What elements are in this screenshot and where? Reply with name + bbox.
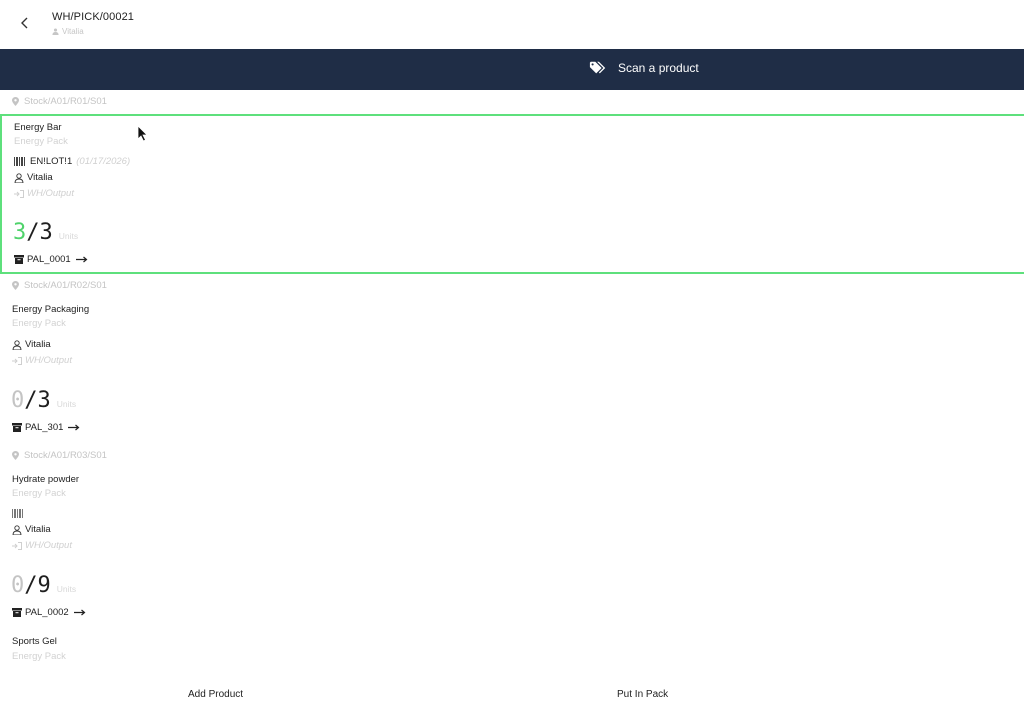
location-header: Stock/A01/R01/S01 xyxy=(12,96,107,107)
lot-expiration: (01/17/2026) xyxy=(76,156,131,167)
sign-in-icon xyxy=(12,356,22,365)
package-name: PAL_0002 xyxy=(25,607,69,618)
arrow-right-icon xyxy=(73,609,86,616)
user-name: Vitalia xyxy=(62,27,84,36)
package-link[interactable]: PAL_0001 xyxy=(14,254,88,265)
map-marker-icon xyxy=(12,281,19,290)
archive-icon xyxy=(12,423,22,432)
package-link[interactable]: PAL_0002 xyxy=(12,607,86,618)
qty-unit: Units xyxy=(56,399,77,409)
owner-name: Vitalia xyxy=(27,172,53,183)
qty-separator: / xyxy=(26,220,40,245)
arrow-right-icon xyxy=(75,256,88,263)
location-header: Stock/A01/R03/S01 xyxy=(12,450,107,461)
qty-done: 0 xyxy=(11,388,25,413)
archive-icon xyxy=(14,255,24,264)
destination-row: WH/Output xyxy=(12,540,72,551)
user-outline-icon xyxy=(14,172,24,183)
package-name: PAL_0001 xyxy=(27,254,71,265)
tags-icon xyxy=(589,61,606,74)
user-outline-icon xyxy=(12,339,22,350)
product-category: Energy Pack xyxy=(12,651,66,662)
location-label: Stock/A01/R01/S01 xyxy=(24,96,107,107)
move-line-hydrate-powder[interactable]: Hydrate powder Energy Pack Vitalia WH/Ou… xyxy=(0,468,1024,628)
qty-done: 0 xyxy=(11,573,25,598)
product-name: Energy Bar xyxy=(14,122,62,133)
quantity-display: 0 / 3 Units xyxy=(11,388,76,413)
qty-unit: Units xyxy=(56,584,77,594)
package-name: PAL_301 xyxy=(25,422,64,433)
lot-row xyxy=(12,509,28,518)
chevron-left-icon xyxy=(21,17,28,29)
map-marker-icon xyxy=(12,451,19,460)
owner-row: Vitalia xyxy=(14,172,53,183)
picking-title: WH/PICK/00021 xyxy=(52,11,135,23)
quantity-display: 3 / 3 Units xyxy=(13,220,78,245)
arrow-right-icon xyxy=(68,424,80,431)
map-marker-icon xyxy=(12,97,19,106)
destination-location: WH/Output xyxy=(25,355,72,366)
owner-name: Vitalia xyxy=(25,339,51,350)
sign-in-icon xyxy=(14,189,24,198)
qty-separator: / xyxy=(24,573,38,598)
sign-in-icon xyxy=(12,541,22,550)
owner-row: Vitalia xyxy=(12,524,51,535)
qty-demand: 3 xyxy=(39,220,53,245)
destination-location: WH/Output xyxy=(25,540,72,551)
scan-bar: Scan a product xyxy=(0,49,1024,90)
product-category: Energy Pack xyxy=(12,318,66,329)
user-icon xyxy=(52,28,59,35)
owner-row: Vitalia xyxy=(12,339,51,350)
destination-location: WH/Output xyxy=(27,188,74,199)
bottom-action-bar: Add Product Put In Pack xyxy=(0,675,1024,709)
lot-name: EN!LOT!1 xyxy=(30,156,73,167)
qty-unit: Units xyxy=(58,231,79,241)
product-category: Energy Pack xyxy=(12,488,66,499)
archive-icon xyxy=(12,608,22,617)
move-line-energy-bar[interactable]: Energy Bar Energy Pack EN!LOT!1 (01/17/2… xyxy=(0,114,1024,274)
location-header: Stock/A01/R02/S01 xyxy=(12,280,107,291)
scan-product-button[interactable]: Scan a product xyxy=(589,60,699,76)
user-outline-icon xyxy=(12,524,22,535)
qty-separator: / xyxy=(24,388,38,413)
product-category: Energy Pack xyxy=(14,136,68,147)
put-in-pack-button[interactable]: Put In Pack xyxy=(617,689,668,700)
location-label: Stock/A01/R02/S01 xyxy=(24,280,107,291)
add-product-button[interactable]: Add Product xyxy=(188,689,243,700)
quantity-display: 0 / 9 Units xyxy=(11,573,76,598)
location-label: Stock/A01/R03/S01 xyxy=(24,450,107,461)
package-link[interactable]: PAL_301 xyxy=(12,422,80,433)
barcode-icon xyxy=(14,157,25,166)
qty-demand: 3 xyxy=(37,388,51,413)
product-name: Sports Gel xyxy=(12,636,57,647)
product-name: Hydrate powder xyxy=(12,474,80,485)
back-button[interactable] xyxy=(16,14,34,32)
destination-row: WH/Output xyxy=(12,355,72,366)
move-line-energy-packaging[interactable]: Energy Packaging Energy Pack Vitalia WH/… xyxy=(0,298,1024,448)
lot-row: EN!LOT!1 (01/17/2026) xyxy=(14,156,130,167)
qty-done: 3 xyxy=(13,220,27,245)
destination-row: WH/Output xyxy=(14,188,74,199)
barcode-icon xyxy=(12,509,23,518)
move-line-sports-gel[interactable]: Sports Gel Energy Pack xyxy=(0,630,1024,675)
product-name: Energy Packaging xyxy=(12,304,90,315)
top-bar: WH/PICK/00021 Vitalia xyxy=(0,0,1024,49)
move-line-list: Stock/A01/R01/S01 Energy Bar Energy Pack… xyxy=(0,90,1024,675)
scan-label: Scan a product xyxy=(618,61,699,75)
picking-user: Vitalia xyxy=(52,27,84,36)
owner-name: Vitalia xyxy=(25,524,51,535)
mouse-pointer-icon xyxy=(137,125,148,142)
qty-demand: 9 xyxy=(37,573,51,598)
